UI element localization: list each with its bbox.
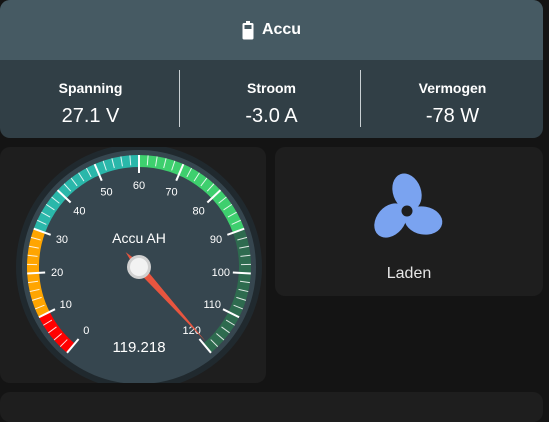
stat-voltage-value: 27.1 V xyxy=(0,105,181,128)
charging-card[interactable]: Laden xyxy=(275,147,543,296)
battery-icon xyxy=(242,21,254,40)
gauge-title: Accu AH xyxy=(112,230,166,246)
gauge-tick-label: 110 xyxy=(204,299,222,311)
gauge-value: 119.218 xyxy=(112,339,165,356)
stat-current-label: Stroom xyxy=(181,80,362,96)
stat-current[interactable]: Stroom -3.0 A xyxy=(181,60,362,138)
gauge-card[interactable]: 0102030405060708090100110120 Accu AH 119… xyxy=(0,147,266,383)
accu-header[interactable]: Accu xyxy=(0,0,543,60)
gauge-tick-label: 100 xyxy=(212,267,230,279)
gauge-needle-hub-inner xyxy=(130,258,148,276)
gauge-tick-label: 50 xyxy=(100,187,112,199)
stat-power[interactable]: Vermogen -78 W xyxy=(362,60,543,138)
gauge-tick-label: 40 xyxy=(73,206,85,218)
stat-voltage-label: Spanning xyxy=(0,80,181,96)
gauge-tick xyxy=(233,272,251,273)
gauge-tick-label: 70 xyxy=(165,187,177,199)
stat-divider xyxy=(179,70,180,127)
next-card xyxy=(0,392,543,422)
accu-title: Accu xyxy=(262,21,301,39)
stat-power-value: -78 W xyxy=(362,105,543,128)
charging-label: Laden xyxy=(275,265,543,283)
gauge-tick-label: 60 xyxy=(133,180,145,192)
stat-power-label: Vermogen xyxy=(362,80,543,96)
stat-voltage[interactable]: Spanning 27.1 V xyxy=(0,60,181,138)
stat-divider xyxy=(360,70,361,127)
accu-ah-gauge: 0102030405060708090100110120 Accu AH 119… xyxy=(0,147,266,383)
stat-current-value: -3.0 A xyxy=(181,105,362,128)
gauge-tick-label: 80 xyxy=(193,206,205,218)
gauge-tick-label: 10 xyxy=(60,299,72,311)
accu-card: Accu Spanning 27.1 V Stroom -3.0 A Vermo… xyxy=(0,0,543,138)
gauge-tick-label: 0 xyxy=(83,325,89,337)
gauge-tick xyxy=(27,272,45,273)
gauge-tick-label: 30 xyxy=(56,234,68,246)
gauge-tick-label: 90 xyxy=(210,234,222,246)
gauge-tick-label: 20 xyxy=(51,267,63,279)
fan-icon xyxy=(367,171,447,251)
